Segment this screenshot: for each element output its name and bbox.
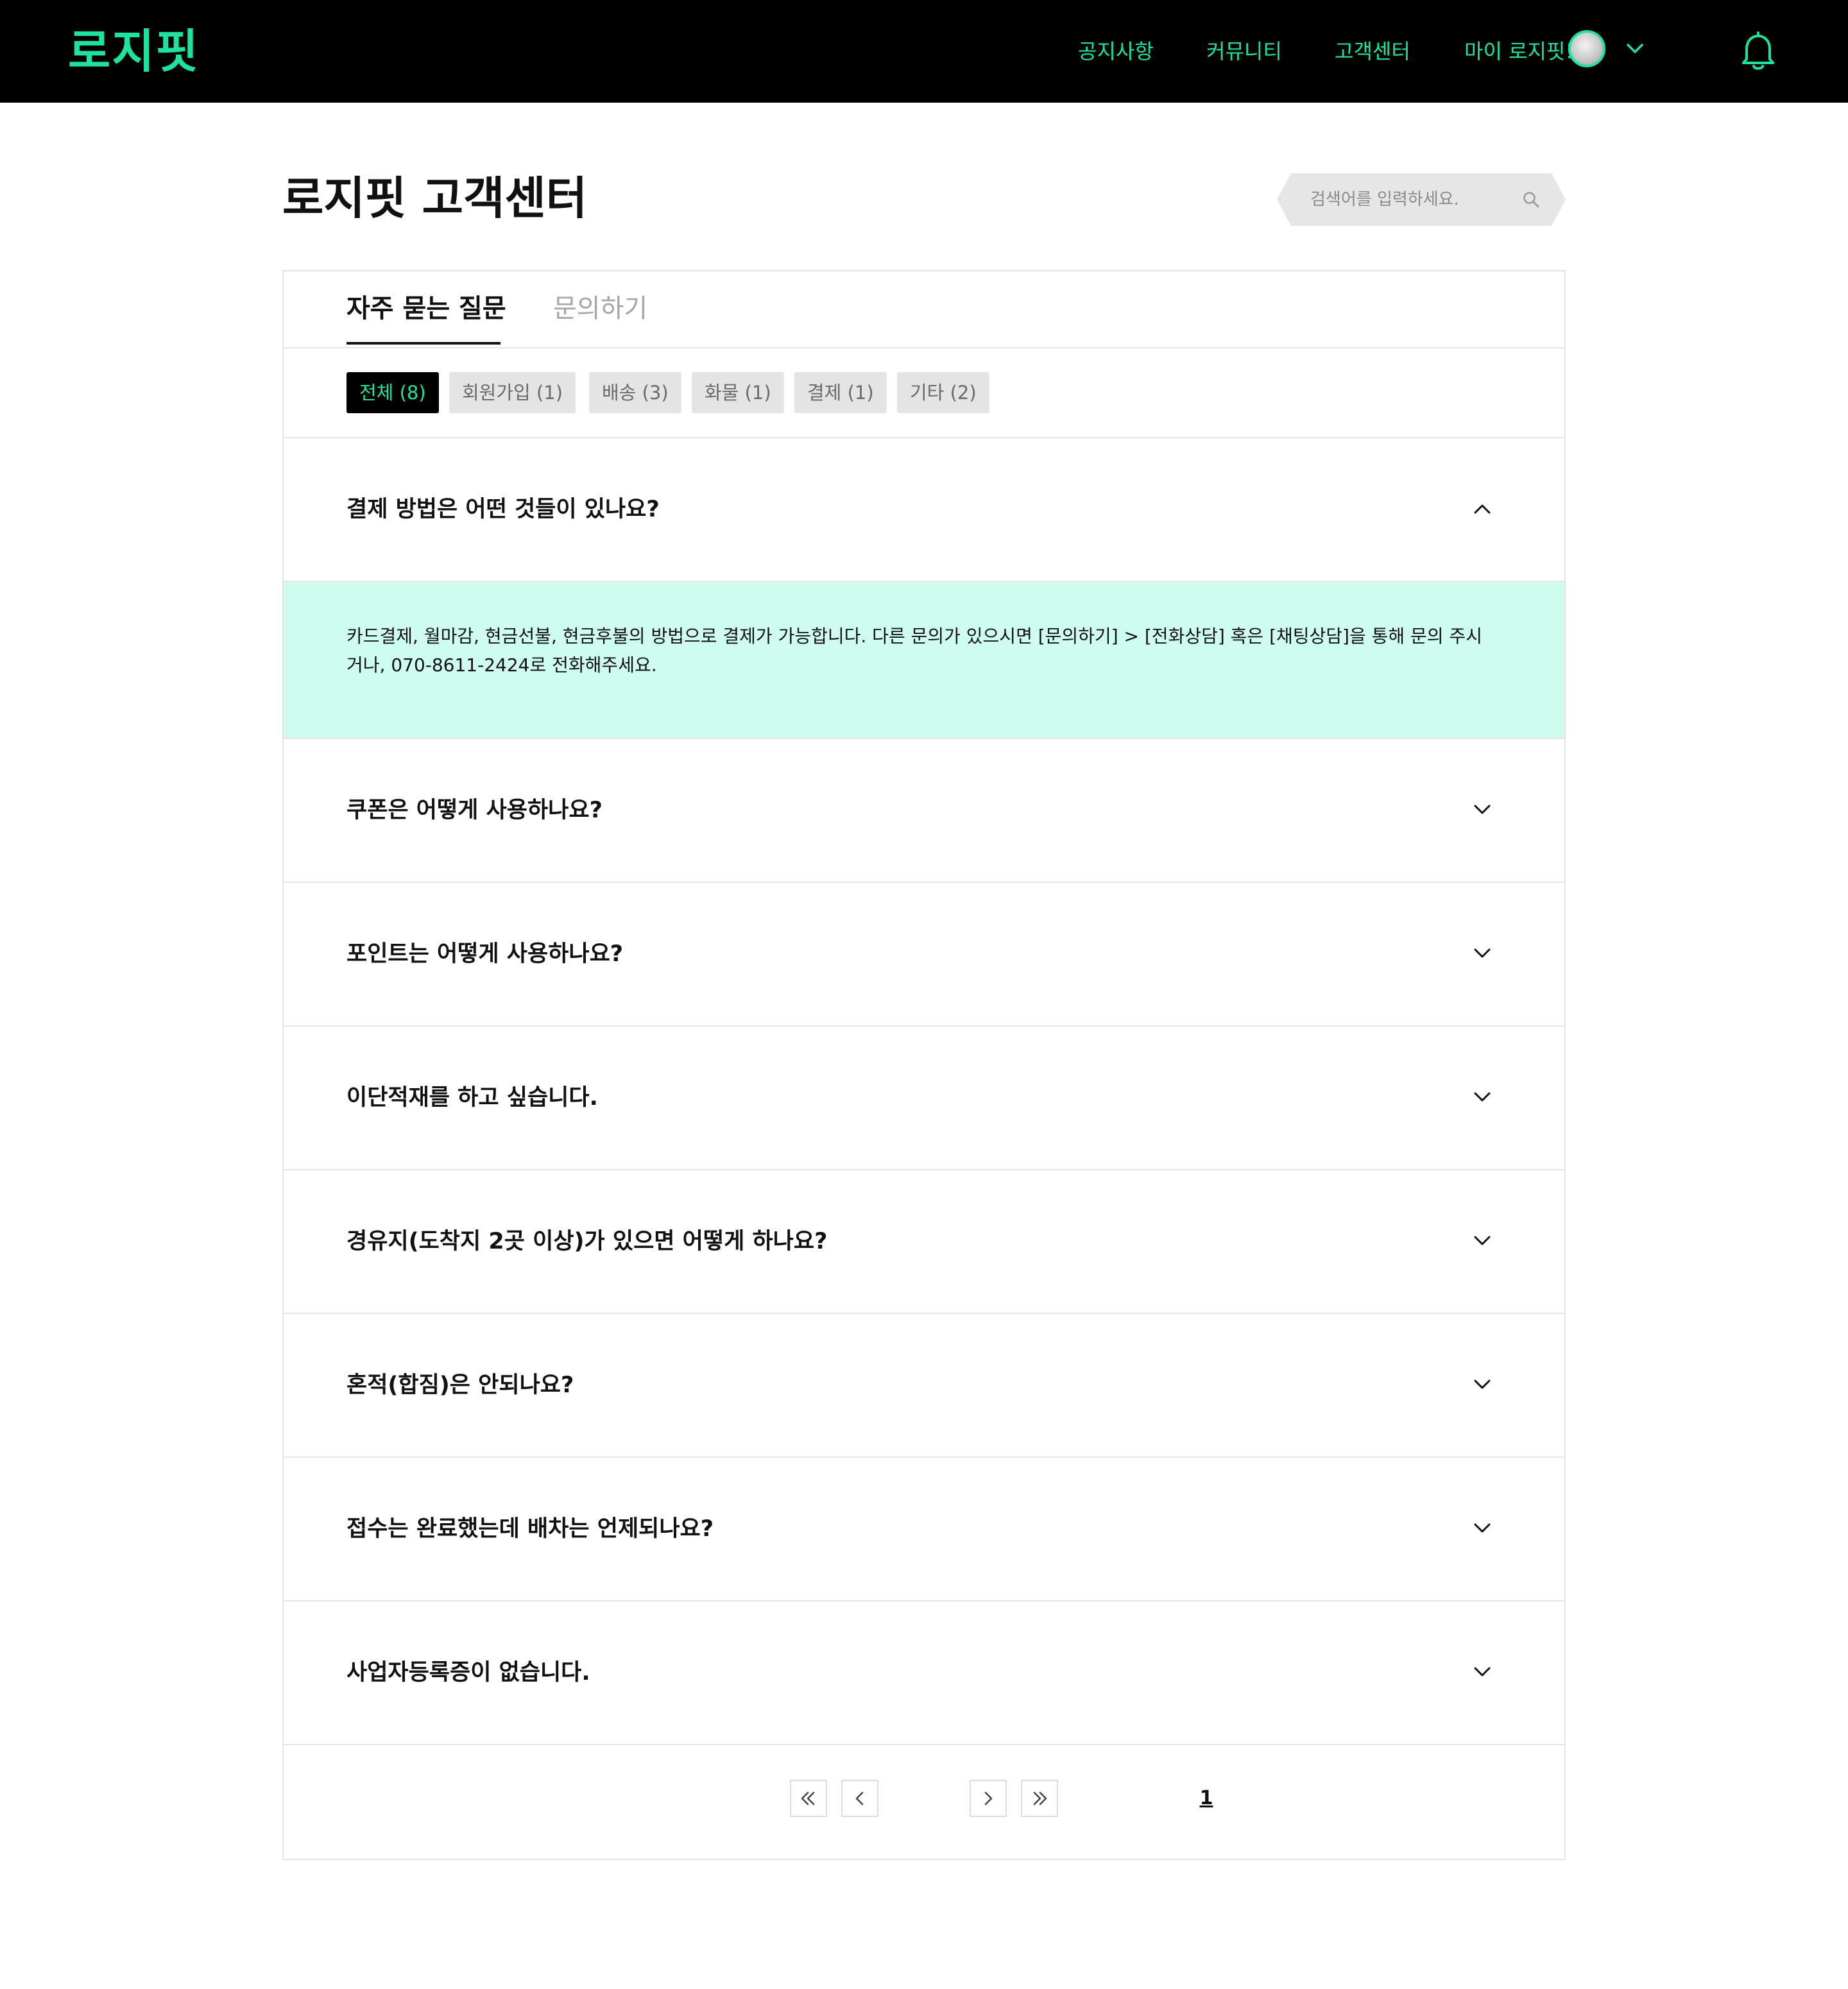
search-box[interactable] [1277,173,1566,226]
faq-question: 사업자등록증이 없습니다. [346,1660,590,1686]
faq-question: 경유지(도착지 2곳 이상)가 있으면 어떻게 하나요? [346,1229,828,1254]
category-filter-bar: 전체 (8) 회원가입 (1) 배송 (3) 화물 (1) 결제 (1) 기타 … [284,348,1564,438]
faq-panel: 자주 묻는 질문 문의하기 전체 (8) 회원가입 (1) 배송 (3) 화물 … [282,270,1566,1860]
nav-item-customer-center[interactable]: 고객센터 [1335,37,1410,65]
last-page-button[interactable] [1021,1780,1058,1817]
faq-question: 결제 방법은 어떤 것들이 있나요? [346,497,660,522]
chevron-down-icon[interactable] [1473,1522,1491,1535]
double-chevron-left-icon [801,1791,815,1805]
faq-item[interactable]: 혼적(합짐)은 안되나요? [284,1314,1564,1458]
tab-bar: 자주 묻는 질문 문의하기 [284,271,1564,348]
chevron-right-icon [984,1791,993,1805]
faq-item[interactable]: 쿠폰은 어떻게 사용하나요? [284,739,1564,883]
category-chip-payment[interactable]: 결제 (1) [794,372,887,413]
chevron-down-icon[interactable] [1626,42,1644,55]
user-avatar[interactable] [1568,30,1605,67]
previous-page-button[interactable] [841,1780,878,1817]
category-chip-cargo[interactable]: 화물 (1) [692,372,784,413]
faq-item[interactable]: 이단적재를 하고 싶습니다. [284,1027,1564,1170]
chevron-down-icon[interactable] [1473,803,1491,816]
category-chip-delivery[interactable]: 배송 (3) [589,372,681,413]
faq-question: 쿠폰은 어떻게 사용하나요? [346,798,603,823]
nav-item-community[interactable]: 커뮤니티 [1206,37,1282,65]
search-input[interactable] [1310,184,1503,215]
chevron-up-icon[interactable] [1473,502,1491,515]
logo[interactable]: 로지핏 [68,24,200,78]
bell-icon[interactable] [1740,30,1776,72]
category-chip-all[interactable]: 전체 (8) [346,372,439,413]
nav-item-my-logifit[interactable]: 마이 로지핏! [1464,37,1573,65]
faq-answer-panel: 카드결제, 월마감, 현금선불, 현금후불의 방법으로 결제가 가능합니다. 다… [284,582,1564,739]
category-chip-other[interactable]: 기타 (2) [897,372,989,413]
tab-faq[interactable]: 자주 묻는 질문 [346,292,506,325]
faq-item[interactable]: 포인트는 어떻게 사용하나요? [284,883,1564,1027]
faq-item[interactable]: 사업자등록증이 없습니다. [284,1601,1564,1745]
next-page-button[interactable] [970,1780,1007,1817]
page-title: 로지핏 고객센터 [282,172,588,225]
chevron-down-icon[interactable] [1473,1234,1491,1247]
search-icon[interactable] [1522,191,1540,209]
active-tab-indicator [346,342,501,345]
nav-item-notices[interactable]: 공지사항 [1078,37,1154,65]
faq-question: 이단적재를 하고 싶습니다. [346,1085,598,1111]
current-page-number[interactable]: 1 [1188,1783,1225,1814]
chevron-down-icon[interactable] [1473,1378,1491,1391]
faq-item[interactable]: 결제 방법은 어떤 것들이 있나요? [284,438,1564,582]
faq-question: 포인트는 어떻게 사용하나요? [346,941,624,967]
faq-answer-text: 카드결제, 월마감, 현금선불, 현금후불의 방법으로 결제가 가능합니다. 다… [346,626,1482,676]
chevron-left-icon [855,1791,864,1805]
double-chevron-right-icon [1033,1791,1047,1805]
chevron-down-icon[interactable] [1473,947,1491,960]
faq-item[interactable]: 경유지(도착지 2곳 이상)가 있으면 어떻게 하나요? [284,1170,1564,1314]
first-page-button[interactable] [790,1780,827,1817]
chevron-down-icon[interactable] [1473,1091,1491,1104]
top-navigation-bar: 로지핏 공지사항 커뮤니티 고객센터 마이 로지핏! [0,0,1848,103]
faq-question: 혼적(합짐)은 안되나요? [346,1372,574,1398]
chevron-down-icon[interactable] [1473,1666,1491,1678]
faq-item[interactable]: 접수는 완료했는데 배차는 언제되나요? [284,1458,1564,1601]
tab-inquiry[interactable]: 문의하기 [553,292,647,325]
category-chip-signup[interactable]: 회원가입 (1) [449,372,576,413]
faq-question: 접수는 완료했는데 배차는 언제되나요? [346,1516,714,1542]
